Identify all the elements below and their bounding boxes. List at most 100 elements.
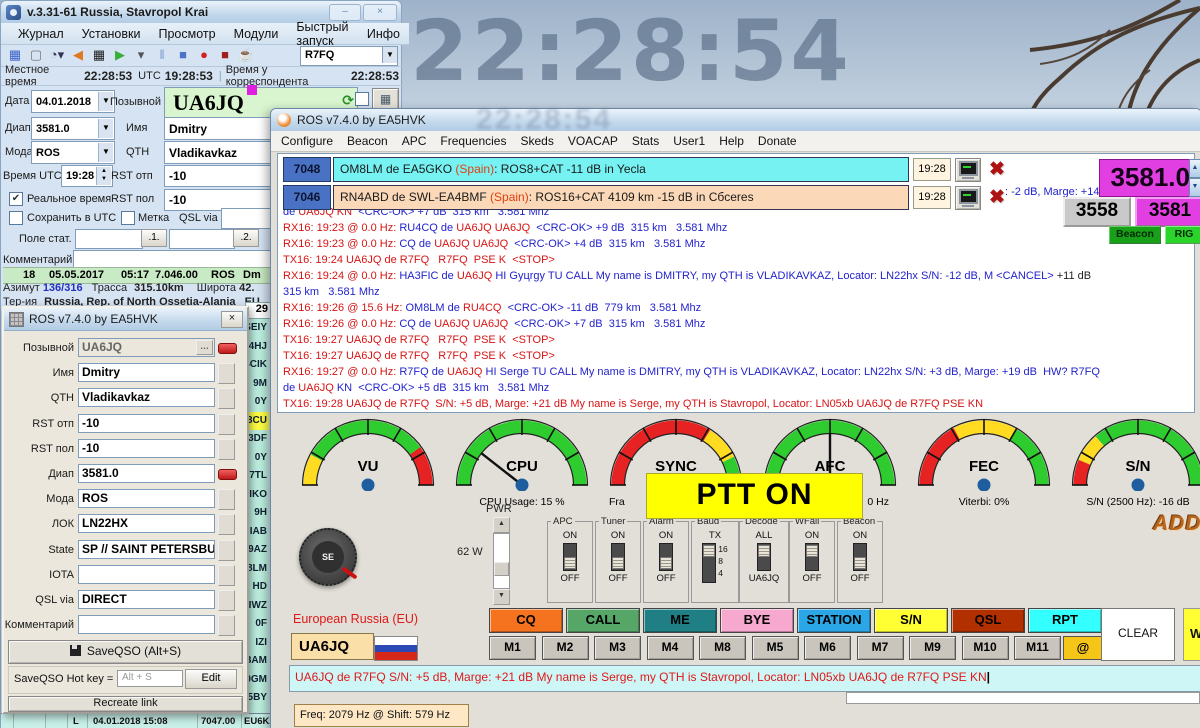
frequency-spinner[interactable]: ▲▼ xyxy=(1189,159,1200,195)
minimize-button[interactable]: – xyxy=(329,4,361,21)
spinner-down-icon[interactable]: ▼ xyxy=(1189,178,1200,197)
logger-menu-item[interactable]: Просмотр xyxy=(149,27,224,41)
pwr-slider[interactable]: ▲ ▼ xyxy=(493,517,510,605)
logger-menu-item[interactable]: Журнал xyxy=(9,27,73,41)
hotkey-field[interactable]: Alt + S xyxy=(117,670,183,687)
toggle-beacon[interactable]: BeaconONOFF xyxy=(837,521,883,603)
memory-m11-button[interactable]: M11 xyxy=(1014,636,1061,660)
ros-menu-configure[interactable]: Configure xyxy=(281,134,343,148)
memory-m9-button[interactable]: M9 xyxy=(909,636,956,660)
slider-up-icon[interactable]: ▲ xyxy=(493,517,510,533)
sound-icon[interactable]: ◀ xyxy=(68,46,88,64)
side-button[interactable] xyxy=(218,439,235,460)
macro-qsl-button[interactable]: QSL xyxy=(951,608,1025,633)
macro-rpt-button[interactable]: RPT xyxy=(1028,608,1102,633)
save-icon[interactable]: ▦ xyxy=(5,46,25,64)
monitor-icon[interactable] xyxy=(955,186,981,210)
toggle-switch[interactable] xyxy=(659,543,673,571)
frequency-display[interactable]: 3581.0 xyxy=(1099,159,1197,197)
side-button[interactable] xyxy=(218,540,235,561)
band-3581-button[interactable]: 3581 xyxy=(1135,197,1200,227)
new-icon[interactable]: ▢ xyxy=(26,46,46,64)
wa-button[interactable]: WA xyxy=(1183,608,1200,661)
dialog-rst-sent-field[interactable]: -10 xyxy=(78,414,215,433)
macro-cq-button[interactable]: CQ xyxy=(489,608,563,633)
gauge-icon[interactable]: ◔▾ xyxy=(47,46,67,64)
ros-menu-apc[interactable]: APC xyxy=(402,134,437,148)
dialog-titlebar[interactable]: ROS v7.4.0 by EA5HVK × xyxy=(4,308,247,331)
ros-menu-donate[interactable]: Donate xyxy=(758,134,807,148)
dialog-name-field[interactable]: Dmitry xyxy=(78,363,215,382)
macro-me-button[interactable]: ME xyxy=(643,608,717,633)
at-button[interactable]: @ xyxy=(1063,636,1103,660)
my-callsign-field[interactable]: UA6JQ xyxy=(291,633,374,660)
pause-icon[interactable]: ‖ xyxy=(152,46,172,64)
alert-row[interactable]: 7048 OM8LM de EA5GKO (Spain): ROS8+CAT -… xyxy=(283,157,1010,182)
memory-m5-button[interactable]: M5 xyxy=(752,636,799,660)
red-dash-button[interactable] xyxy=(218,469,237,480)
toggle-switch[interactable] xyxy=(702,543,716,583)
pwr-slider-track[interactable] xyxy=(493,533,510,589)
memory-m1-button[interactable]: M1 xyxy=(489,636,536,660)
stat-field-1[interactable] xyxy=(75,229,143,249)
refresh-icon[interactable]: ⟳ xyxy=(342,93,354,109)
stat-field-2[interactable] xyxy=(169,229,235,249)
memory-m10-button[interactable]: M10 xyxy=(962,636,1009,660)
ros-menu-beacon[interactable]: Beacon xyxy=(347,134,398,148)
band-field[interactable]: 3581.0 ▼ xyxy=(31,117,115,140)
toggle-handle[interactable] xyxy=(564,557,576,569)
macro-s-n-button[interactable]: S/N xyxy=(874,608,948,633)
recreate-link-button[interactable]: Recreate link xyxy=(8,696,243,712)
memory-m3-button[interactable]: M3 xyxy=(594,636,641,660)
dialog-locator-field[interactable]: LN22HX xyxy=(78,514,215,533)
floppy-icon[interactable]: ▦ xyxy=(89,46,109,64)
pwr-slider-thumb[interactable] xyxy=(494,562,509,576)
macro-call-button[interactable]: CALL xyxy=(566,608,640,633)
toggle-handle[interactable] xyxy=(806,545,818,557)
toggle-handle[interactable] xyxy=(703,545,715,557)
macro-bye-button[interactable]: BYE xyxy=(720,608,794,633)
monitor-icon[interactable] xyxy=(955,158,981,182)
side-button[interactable] xyxy=(218,388,235,409)
side-button[interactable] xyxy=(218,565,235,586)
chevron-down-icon[interactable]: ▼ xyxy=(98,119,113,138)
slider-down-icon[interactable]: ▼ xyxy=(493,589,510,605)
dismiss-icon[interactable]: ✖ xyxy=(984,158,1010,182)
ros-menu-stats[interactable]: Stats xyxy=(632,134,669,148)
side-button[interactable] xyxy=(218,514,235,535)
dialog-qth-field[interactable]: Vladikavkaz xyxy=(78,388,215,407)
beacon-button[interactable]: Beacon xyxy=(1109,226,1161,244)
dialog-comment-field[interactable] xyxy=(78,615,215,634)
alert-row[interactable]: 7046 RN4ABD de SWL-EA4BMF (Spain): ROS16… xyxy=(283,185,1010,210)
dialog-mode-field[interactable]: ROS xyxy=(78,489,215,508)
record-icon[interactable]: ● xyxy=(194,46,214,64)
side-button[interactable] xyxy=(218,615,235,636)
cup-icon[interactable]: ☕ xyxy=(236,46,256,64)
ros-menu-skeds[interactable]: Skeds xyxy=(520,134,563,148)
logger-menu-item[interactable]: Инфо xyxy=(358,27,409,41)
ros-titlebar[interactable]: ROS v7.4.0 by EA5HVK 22:28:54 xyxy=(271,109,1200,132)
save-utc-checkbox[interactable] xyxy=(9,211,23,225)
tx-input-line[interactable]: UA6JQ de R7FQ S/N: +5 dB, Marge: +21 dB … xyxy=(289,665,1200,692)
logger-menu-item[interactable]: Установки xyxy=(73,27,150,41)
toggle-tuner[interactable]: TunerONOFF xyxy=(595,521,641,603)
toggle-switch[interactable] xyxy=(757,543,771,571)
side-button[interactable] xyxy=(218,590,235,611)
toggle-switch[interactable] xyxy=(611,543,625,571)
dismiss-icon[interactable]: ✖ xyxy=(984,186,1010,210)
toggle-decode[interactable]: DecodeALLUA6JQ xyxy=(739,521,789,603)
metka-checkbox[interactable] xyxy=(121,211,135,225)
spinner-up-icon[interactable]: ▲ xyxy=(1189,159,1200,178)
dialog-rst-rcvd-field[interactable]: -10 xyxy=(78,439,215,458)
toggle-handle[interactable] xyxy=(758,545,770,557)
save-qso-button[interactable]: SaveQSO (Alt+S) xyxy=(8,640,243,664)
toggle-baud[interactable]: BaudTX1684 xyxy=(691,521,739,603)
play-icon[interactable]: ▶ xyxy=(110,46,130,64)
toggle-switch[interactable] xyxy=(805,543,819,571)
clear-button[interactable]: CLEAR xyxy=(1101,608,1175,661)
utc-time-spinner[interactable]: 19:28 ▲▼ xyxy=(61,165,113,187)
logger-menu-item[interactable]: Модули xyxy=(225,27,288,41)
dialog-state-field[interactable]: SP // SAINT PETERSBU xyxy=(78,540,215,559)
band-3558-button[interactable]: 3558 xyxy=(1063,197,1131,227)
memory-m4-button[interactable]: M4 xyxy=(647,636,694,660)
